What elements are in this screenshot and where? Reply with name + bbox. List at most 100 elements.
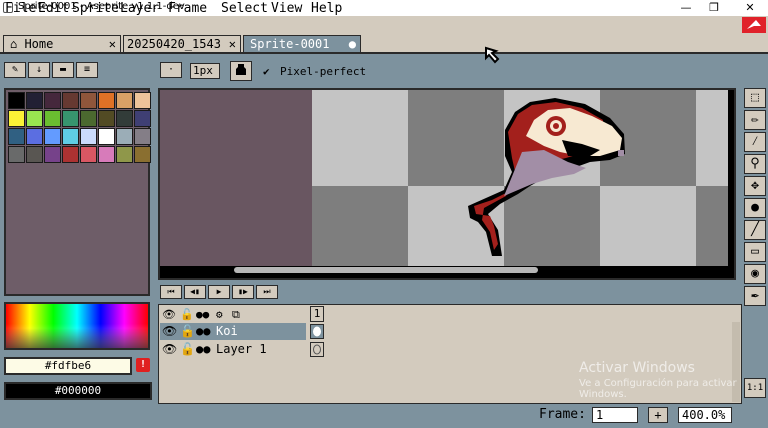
menu-layer[interactable]: Layer: [120, 1, 159, 16]
rectangle-tool[interactable]: ▭: [744, 242, 766, 262]
visibility-icon[interactable]: 👁: [162, 341, 177, 358]
palette-swatch[interactable]: [44, 92, 61, 109]
palette-swatch[interactable]: [8, 92, 25, 109]
pencil-tool[interactable]: ✏: [744, 110, 766, 130]
last-frame-button[interactable]: ⏭: [256, 285, 278, 299]
palette-swatch[interactable]: [80, 128, 97, 145]
menu-sprite[interactable]: Sprite: [72, 1, 119, 16]
lock-icon[interactable]: 🔓: [180, 306, 194, 323]
palette-swatch[interactable]: [26, 92, 43, 109]
zoom-tool[interactable]: ⚲: [744, 154, 766, 174]
palette-swatch[interactable]: [116, 92, 133, 109]
tab-close-icon[interactable]: ✕: [226, 36, 236, 52]
ink-button[interactable]: [230, 61, 252, 81]
tab-modified-dot-icon[interactable]: ●: [349, 36, 356, 52]
maximize-button[interactable]: ❐: [700, 0, 728, 16]
palette-swatch[interactable]: [116, 128, 133, 145]
foreground-color-button[interactable]: #fdfbe6: [4, 357, 132, 375]
ink-contour-tool[interactable]: ✒: [744, 286, 766, 306]
line-tool[interactable]: ╱: [744, 220, 766, 240]
frame-header[interactable]: 1: [310, 306, 324, 322]
palette-swatch[interactable]: [98, 92, 115, 109]
palette-swatch[interactable]: [62, 92, 79, 109]
menu-view[interactable]: View: [271, 1, 302, 16]
palette-swatch[interactable]: [26, 110, 43, 127]
layer-row-koi[interactable]: 👁 🔓 ●● Koi: [160, 323, 306, 340]
visibility-icon[interactable]: 👁: [162, 306, 176, 323]
tab-close-icon[interactable]: ✕: [109, 36, 116, 52]
palette-swatch[interactable]: [80, 92, 97, 109]
palette-swatch[interactable]: [98, 128, 115, 145]
continuous-icon[interactable]: ●●: [196, 341, 210, 358]
palette-swatch[interactable]: [8, 128, 25, 145]
palette-swatch[interactable]: [44, 128, 61, 145]
tab-20250420-1543[interactable]: 20250420_1543 ✕: [123, 35, 241, 53]
palette-options-button[interactable]: ≡: [76, 62, 98, 78]
warning-icon[interactable]: !: [136, 358, 150, 372]
close-button[interactable]: ✕: [736, 0, 764, 16]
brush-type-button[interactable]: ·: [160, 62, 182, 78]
palette-swatch[interactable]: [62, 110, 79, 127]
palette-swatch[interactable]: [80, 110, 97, 127]
new-frame-button[interactable]: +: [648, 407, 668, 423]
scrollbar-thumb[interactable]: [234, 267, 538, 273]
minimize-button[interactable]: —: [672, 0, 700, 16]
background-color-button[interactable]: #000000: [4, 382, 152, 400]
blur-tool[interactable]: ◉: [744, 264, 766, 284]
palette-swatch[interactable]: [26, 146, 43, 163]
palette-swatch[interactable]: [44, 146, 61, 163]
continuous-icon[interactable]: ●●: [196, 323, 210, 340]
marquee-tool[interactable]: ⬚: [744, 88, 766, 108]
lock-icon[interactable]: 🔓: [180, 341, 195, 358]
next-frame-button[interactable]: ▮▶: [232, 285, 254, 299]
menu-frame[interactable]: Frame: [168, 1, 207, 16]
frame-label: Frame:: [539, 407, 586, 422]
lock-icon[interactable]: 🔓: [180, 323, 195, 340]
gear-icon[interactable]: ⚙: [216, 306, 223, 323]
previous-frame-button[interactable]: ◀▮: [184, 285, 206, 299]
palette-swatch[interactable]: [134, 110, 151, 127]
palette-swatch[interactable]: [116, 146, 133, 163]
palette-sort-button[interactable]: ↓: [28, 62, 50, 78]
first-frame-button[interactable]: ⏮: [160, 285, 182, 299]
palette-swatch[interactable]: [8, 146, 25, 163]
palette-swatch[interactable]: [62, 128, 79, 145]
link-cels-icon[interactable]: ⧉: [232, 306, 240, 323]
move-tool[interactable]: ✥: [744, 176, 766, 196]
paint-bucket-tool[interactable]: ●: [744, 198, 766, 218]
palette-swatch[interactable]: [134, 92, 151, 109]
palette-swatch[interactable]: [98, 110, 115, 127]
palette-swatch[interactable]: [26, 128, 43, 145]
actual-size-button[interactable]: 1:1: [744, 378, 766, 398]
cel-koi-frame-1[interactable]: [310, 324, 324, 339]
palette-swatch[interactable]: [62, 146, 79, 163]
layer-row-layer-1[interactable]: 👁 🔓 ●● Layer 1: [160, 341, 306, 358]
frame-field[interactable]: 1: [592, 407, 638, 423]
palette-swatch[interactable]: [80, 146, 97, 163]
pixel-perfect-checkbox[interactable]: ✔: [263, 65, 270, 78]
menu-file[interactable]: File: [5, 1, 36, 16]
tab-sprite-0001[interactable]: Sprite-0001 ●: [243, 35, 361, 53]
visibility-icon[interactable]: 👁: [162, 323, 177, 340]
watermark-title: Activar Windows: [579, 360, 695, 376]
zoom-field[interactable]: 400.0%: [678, 407, 732, 423]
color-spectrum[interactable]: [4, 302, 150, 350]
edit-palette-button[interactable]: ✎: [4, 62, 26, 78]
palette-swatch[interactable]: [98, 146, 115, 163]
palette-swatch[interactable]: [134, 128, 151, 145]
play-button[interactable]: ▶: [208, 285, 230, 299]
palette-swatch[interactable]: [116, 110, 133, 127]
palette-presets-button[interactable]: ▬: [52, 62, 74, 78]
menu-edit[interactable]: Edit: [38, 1, 69, 16]
palette-swatch[interactable]: [44, 110, 61, 127]
activation-watermark: Activar Windows Ve a Configuración para …: [579, 360, 737, 400]
onion-skin-icon[interactable]: ●●: [196, 306, 209, 323]
cel-layer-1-frame-1[interactable]: [310, 342, 324, 357]
menu-help[interactable]: Help: [311, 1, 342, 16]
palette-swatch[interactable]: [134, 146, 151, 163]
menu-select[interactable]: Select: [221, 1, 268, 16]
eyedropper-tool[interactable]: ⁄: [744, 132, 766, 152]
tab-home[interactable]: ⌂ Home ✕: [3, 35, 121, 53]
palette-swatch[interactable]: [8, 110, 25, 127]
brush-size-field[interactable]: 1px: [190, 63, 220, 79]
